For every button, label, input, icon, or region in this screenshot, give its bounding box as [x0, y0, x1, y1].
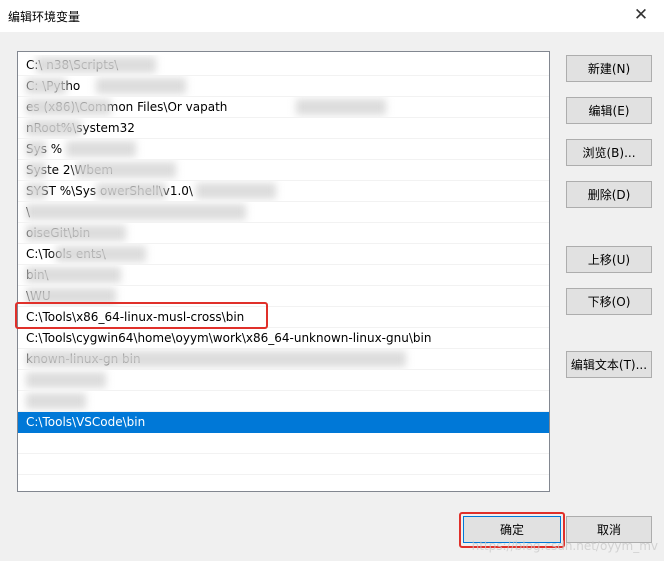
- redacted-text: [26, 183, 46, 199]
- path-list-item[interactable]: C:\Tools ents\: [18, 244, 549, 265]
- watermark: https://blog.csdn.net/oyym_mv: [471, 539, 658, 553]
- path-list-item[interactable]: [18, 454, 549, 475]
- redacted-text: [196, 183, 276, 199]
- path-list-item[interactable]: nRoot%\system32: [18, 118, 549, 139]
- path-list-item[interactable]: [18, 475, 549, 491]
- new-button[interactable]: 新建(N): [566, 55, 652, 82]
- title-bar: 编辑环境变量 ✕: [0, 0, 664, 32]
- path-list-item[interactable]: C:\Tools\cygwin64\home\oyym\work\x86_64-…: [18, 328, 549, 349]
- path-list-item[interactable]: [18, 370, 549, 391]
- redacted-text: [26, 99, 111, 115]
- path-list-item[interactable]: C: \Pytho: [18, 76, 549, 97]
- redacted-text: [26, 372, 106, 388]
- redacted-text: [36, 57, 156, 73]
- window-title: 编辑环境变量: [8, 10, 81, 24]
- path-list-item[interactable]: es (x86)\Common Files\Or vapath: [18, 97, 549, 118]
- close-icon[interactable]: ✕: [630, 4, 652, 26]
- redacted-text: [96, 78, 186, 94]
- path-list-item[interactable]: Sys %: [18, 139, 549, 160]
- path-list-item[interactable]: [18, 433, 549, 454]
- redacted-text: [26, 204, 246, 220]
- redacted-text: [76, 162, 176, 178]
- edit-text-button[interactable]: 编辑文本(T)...: [566, 351, 652, 378]
- path-list-item[interactable]: C:\ n38\Scripts\: [18, 55, 549, 76]
- path-list-item[interactable]: \WU: [18, 286, 549, 307]
- path-list-item[interactable]: Syste 2\Wbem: [18, 160, 549, 181]
- redacted-text: [26, 78, 66, 94]
- redacted-text: [26, 120, 81, 136]
- redacted-text: [26, 393, 86, 409]
- edit-button[interactable]: 编辑(E): [566, 97, 652, 124]
- path-list-item[interactable]: known-linux-gn bin: [18, 349, 549, 370]
- path-list-item[interactable]: C:\Tools\x86_64-linux-musl-cross\bin: [18, 307, 549, 328]
- redacted-text: [26, 288, 116, 304]
- redacted-text: [26, 162, 46, 178]
- redacted-text: [26, 141, 46, 157]
- redacted-text: [56, 246, 146, 262]
- move-down-button[interactable]: 下移(O): [566, 288, 652, 315]
- path-list[interactable]: C:\ n38\Scripts\C: \Pytho es (x86)\Commo…: [17, 51, 550, 492]
- redacted-text: [26, 267, 121, 283]
- path-list-item[interactable]: SYST %\Sys owerShell\v1.0\: [18, 181, 549, 202]
- browse-button[interactable]: 浏览(B)...: [566, 139, 652, 166]
- move-up-button[interactable]: 上移(U): [566, 246, 652, 273]
- redacted-text: [26, 351, 406, 367]
- redacted-text: [96, 183, 166, 199]
- redacted-text: [66, 141, 136, 157]
- path-list-item[interactable]: [18, 391, 549, 412]
- redacted-text: [26, 225, 126, 241]
- path-list-item[interactable]: oiseGit\bin: [18, 223, 549, 244]
- path-list-item[interactable]: \: [18, 202, 549, 223]
- path-list-item[interactable]: C:\Tools\VSCode\bin: [18, 412, 549, 433]
- path-list-item[interactable]: bin\: [18, 265, 549, 286]
- delete-button[interactable]: 删除(D): [566, 181, 652, 208]
- redacted-text: [296, 99, 386, 115]
